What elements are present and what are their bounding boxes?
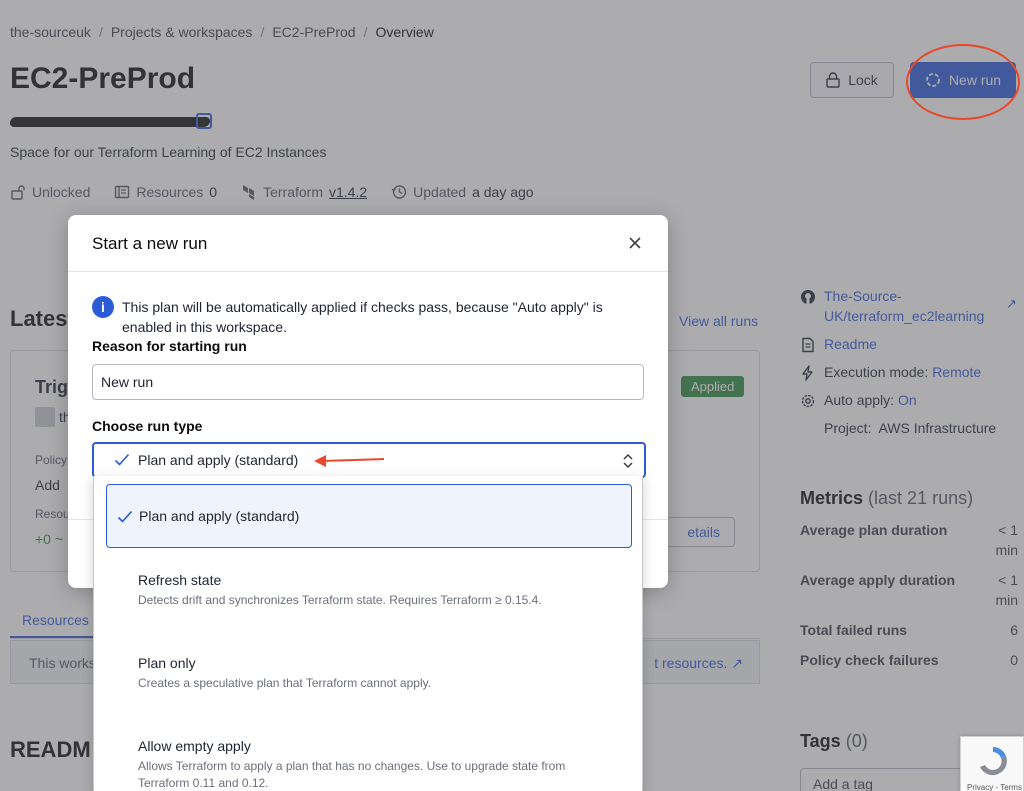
reason-label: Reason for starting run	[92, 338, 247, 354]
recaptcha-icon	[980, 747, 1007, 776]
annotation-circle	[906, 44, 1020, 120]
annotation-arrow	[314, 455, 385, 467]
run-type-option-plan-only[interactable]: Plan only Creates a speculative plan tha…	[106, 649, 632, 719]
run-type-option-plan-and-apply[interactable]: Plan and apply (standard)	[106, 484, 632, 548]
run-type-selected-value: Plan and apply (standard)	[138, 452, 299, 468]
run-type-dropdown: Plan and apply (standard) Refresh state …	[93, 476, 643, 791]
modal-title: Start a new run	[92, 234, 208, 253]
run-type-option-title: Allow empty apply	[138, 738, 251, 754]
run-type-option-title: Plan only	[138, 655, 196, 671]
check-icon	[114, 453, 130, 466]
run-type-option-title: Refresh state	[138, 572, 222, 588]
run-type-option-title: Plan and apply (standard)	[139, 508, 300, 524]
run-type-option-description: Allows Terraform to apply a plan that ha…	[138, 759, 566, 790]
info-icon: i	[92, 296, 114, 318]
run-type-option-description: Detects drift and synchronizes Terraform…	[138, 593, 542, 607]
recaptcha-label[interactable]: Privacy - Terms	[967, 783, 1022, 791]
check-icon	[117, 510, 133, 523]
chevron-updown-icon	[623, 453, 633, 469]
run-type-option-description: Creates a speculative plan that Terrafor…	[138, 676, 432, 690]
run-type-option-refresh-state[interactable]: Refresh state Detects drift and synchron…	[106, 566, 632, 636]
auto-apply-notice: This plan will be automatically applied …	[122, 299, 603, 335]
run-type-option-allow-empty-apply[interactable]: Allow empty apply Allows Terraform to ap…	[106, 732, 632, 791]
run-type-label: Choose run type	[92, 418, 203, 434]
recaptcha-badge[interactable]: Privacy - Terms	[960, 736, 1024, 791]
reason-input[interactable]	[92, 364, 644, 400]
close-icon[interactable]	[626, 234, 644, 252]
modal-header: Start a new run	[68, 215, 668, 272]
